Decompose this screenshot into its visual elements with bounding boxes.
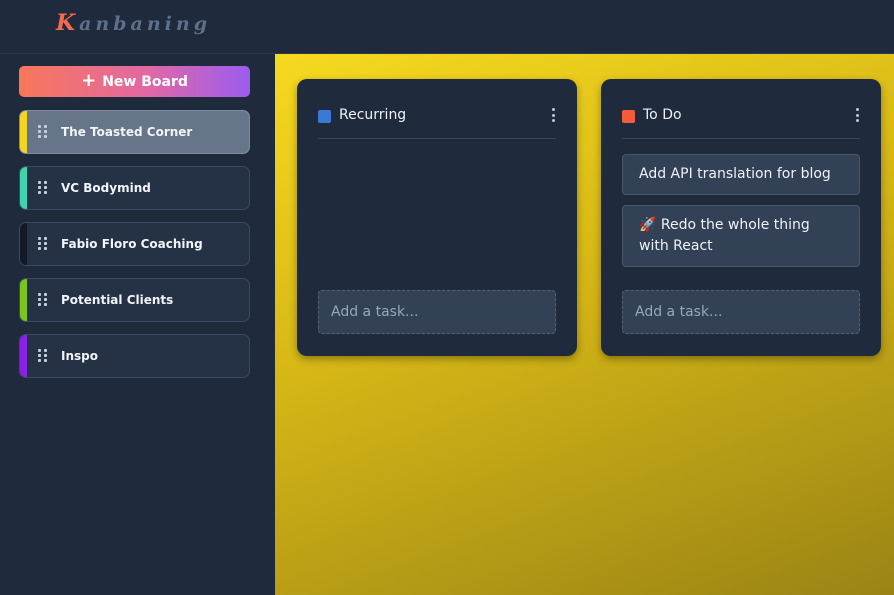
board-color-stripe <box>20 279 27 321</box>
board-label: VC Bodymind <box>61 181 151 195</box>
drag-handle-icon[interactable] <box>38 293 48 307</box>
board-label: The Toasted Corner <box>61 125 193 139</box>
column-header: Recurring <box>318 103 556 139</box>
app-logo[interactable]: Kanbaning <box>56 10 211 36</box>
board-color-stripe <box>20 223 27 265</box>
column-color-square <box>318 110 331 123</box>
board-color-stripe <box>20 111 27 153</box>
board-color-stripe <box>20 167 27 209</box>
drag-handle-icon[interactable] <box>38 349 48 363</box>
board-item-potential-clients[interactable]: Potential Clients <box>19 278 250 322</box>
column-to-do: To Do Add API translation for blog 🚀 Red… <box>601 79 881 356</box>
logo-text: anbaning <box>79 13 211 35</box>
column-header: To Do <box>622 103 860 139</box>
board-item-inspo[interactable]: Inspo <box>19 334 250 378</box>
new-board-button[interactable]: + New Board <box>19 66 250 97</box>
add-task-input[interactable] <box>622 290 860 334</box>
board-item-the-toasted-corner[interactable]: The Toasted Corner <box>19 110 250 154</box>
task-card[interactable]: 🚀 Redo the whole thing with React <box>622 205 860 267</box>
column-title[interactable]: Recurring <box>339 107 549 123</box>
drag-handle-icon[interactable] <box>38 181 48 195</box>
board-label: Inspo <box>61 349 98 363</box>
new-board-label: New Board <box>102 73 188 90</box>
board-item-fabio-floro-coaching[interactable]: Fabio Floro Coaching <box>19 222 250 266</box>
drag-handle-icon[interactable] <box>38 237 48 251</box>
app-header: Kanbaning <box>0 0 894 54</box>
board-color-stripe <box>20 335 27 377</box>
board-label: Potential Clients <box>61 293 174 307</box>
column-color-square <box>622 110 635 123</box>
column-title[interactable]: To Do <box>643 107 853 123</box>
drag-handle-icon[interactable] <box>38 125 48 139</box>
plus-icon: + <box>81 69 97 91</box>
kebab-menu-icon[interactable] <box>549 108 557 122</box>
add-task-input[interactable] <box>318 290 556 334</box>
task-card[interactable]: Add API translation for blog <box>622 154 860 195</box>
kebab-menu-icon[interactable] <box>853 108 861 122</box>
board-item-vc-bodymind[interactable]: VC Bodymind <box>19 166 250 210</box>
board-label: Fabio Floro Coaching <box>61 237 203 251</box>
column-recurring: Recurring <box>297 79 577 356</box>
sidebar: + New Board The Toasted Corner VC Bodymi… <box>0 54 275 595</box>
board-canvas: Recurring To Do Add API translation for … <box>275 54 894 595</box>
logo-initial: K <box>56 10 80 36</box>
